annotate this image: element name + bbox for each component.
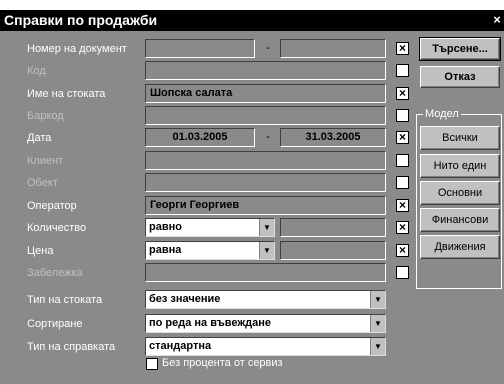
title-bar: Справки по продажби × <box>0 10 504 31</box>
chevron-down-icon[interactable]: ▼ <box>259 242 274 259</box>
label-product-name: Име на стоката <box>27 88 106 100</box>
chevron-down-icon[interactable]: ▼ <box>259 219 274 236</box>
price-input[interactable] <box>280 241 386 260</box>
chevron-down-icon[interactable]: ▼ <box>370 315 385 332</box>
checkbox-barcode[interactable] <box>396 109 409 122</box>
label-document-number: Номер на документ <box>27 43 127 55</box>
document-number-from-input[interactable] <box>145 39 255 58</box>
model-basic-button[interactable]: Основни <box>420 181 500 205</box>
checkbox-site[interactable] <box>396 176 409 189</box>
label-barcode: Баркод <box>27 110 64 122</box>
checkbox-price[interactable]: × <box>396 244 409 257</box>
code-input[interactable] <box>145 61 386 80</box>
client-input[interactable] <box>145 151 386 170</box>
label-site: Обект <box>27 177 58 189</box>
operator-input[interactable]: Георги Георгиев <box>145 196 386 215</box>
chevron-down-icon[interactable]: ▼ <box>370 291 385 308</box>
chevron-down-icon[interactable]: ▼ <box>370 338 385 355</box>
label-client: Клиент <box>27 155 64 167</box>
no-service-percent-label[interactable]: Без процента от сервиз <box>162 356 283 370</box>
label-sorting: Сортиране <box>27 318 83 330</box>
product-type-select[interactable]: без значение ▼ <box>145 290 386 309</box>
checkbox-note[interactable] <box>396 266 409 279</box>
sorting-select[interactable]: по реда на въвеждане ▼ <box>145 314 386 333</box>
window-title: Справки по продажби <box>4 12 158 28</box>
date-from-input[interactable]: 01.03.2005 <box>145 128 255 147</box>
checkbox-document-number[interactable]: × <box>396 42 409 55</box>
site-input[interactable] <box>145 173 386 192</box>
range-separator: - <box>266 131 270 143</box>
quantity-operator-value: равно <box>149 221 182 233</box>
cancel-button[interactable]: Отказ <box>420 66 500 88</box>
model-movements-button[interactable]: Движения <box>420 235 500 259</box>
price-operator-select[interactable]: равна ▼ <box>145 241 275 260</box>
quantity-input[interactable] <box>280 218 386 237</box>
report-type-value: стандартна <box>149 340 212 352</box>
product-type-value: без значение <box>149 293 221 305</box>
label-quantity: Количество <box>27 222 87 234</box>
barcode-input[interactable] <box>145 106 386 125</box>
note-input[interactable] <box>145 263 386 282</box>
product-name-input[interactable]: Шопска салата <box>145 84 386 103</box>
checkbox-product-name[interactable]: × <box>396 87 409 100</box>
range-separator: - <box>266 42 270 54</box>
label-code: Код <box>27 65 46 77</box>
model-none-button[interactable]: Нито един <box>420 154 500 178</box>
date-to-input[interactable]: 31.03.2005 <box>280 128 386 147</box>
label-price: Цена <box>27 245 54 257</box>
checkbox-client[interactable] <box>396 154 409 167</box>
document-number-to-input[interactable] <box>280 39 386 58</box>
model-financial-button[interactable]: Финансови <box>420 208 500 232</box>
checkbox-code[interactable] <box>396 64 409 77</box>
close-icon[interactable]: × <box>490 12 504 28</box>
report-type-select[interactable]: стандартна ▼ <box>145 337 386 356</box>
label-report-type: Тип на справката <box>27 341 116 353</box>
quantity-operator-select[interactable]: равно ▼ <box>145 218 275 237</box>
checkbox-quantity[interactable]: × <box>396 221 409 234</box>
label-date: Дата <box>27 132 52 144</box>
label-operator: Оператор <box>27 200 77 212</box>
checkbox-date[interactable]: × <box>396 131 409 144</box>
dialog-window: Справки по продажби × Номер на документ … <box>0 10 504 384</box>
model-all-button[interactable]: Всички <box>420 126 500 150</box>
label-note: Забележка <box>27 267 83 279</box>
sorting-value: по реда на въвеждане <box>149 317 271 329</box>
checkbox-operator[interactable]: × <box>396 199 409 212</box>
model-group-label: Модел <box>423 107 461 121</box>
no-service-percent-checkbox[interactable] <box>146 358 158 370</box>
search-button[interactable]: Търсене... <box>419 37 501 61</box>
price-operator-value: равна <box>149 244 182 256</box>
screen: Справки по продажби × Номер на документ … <box>0 0 504 384</box>
label-product-type: Тип на стоката <box>27 294 103 306</box>
